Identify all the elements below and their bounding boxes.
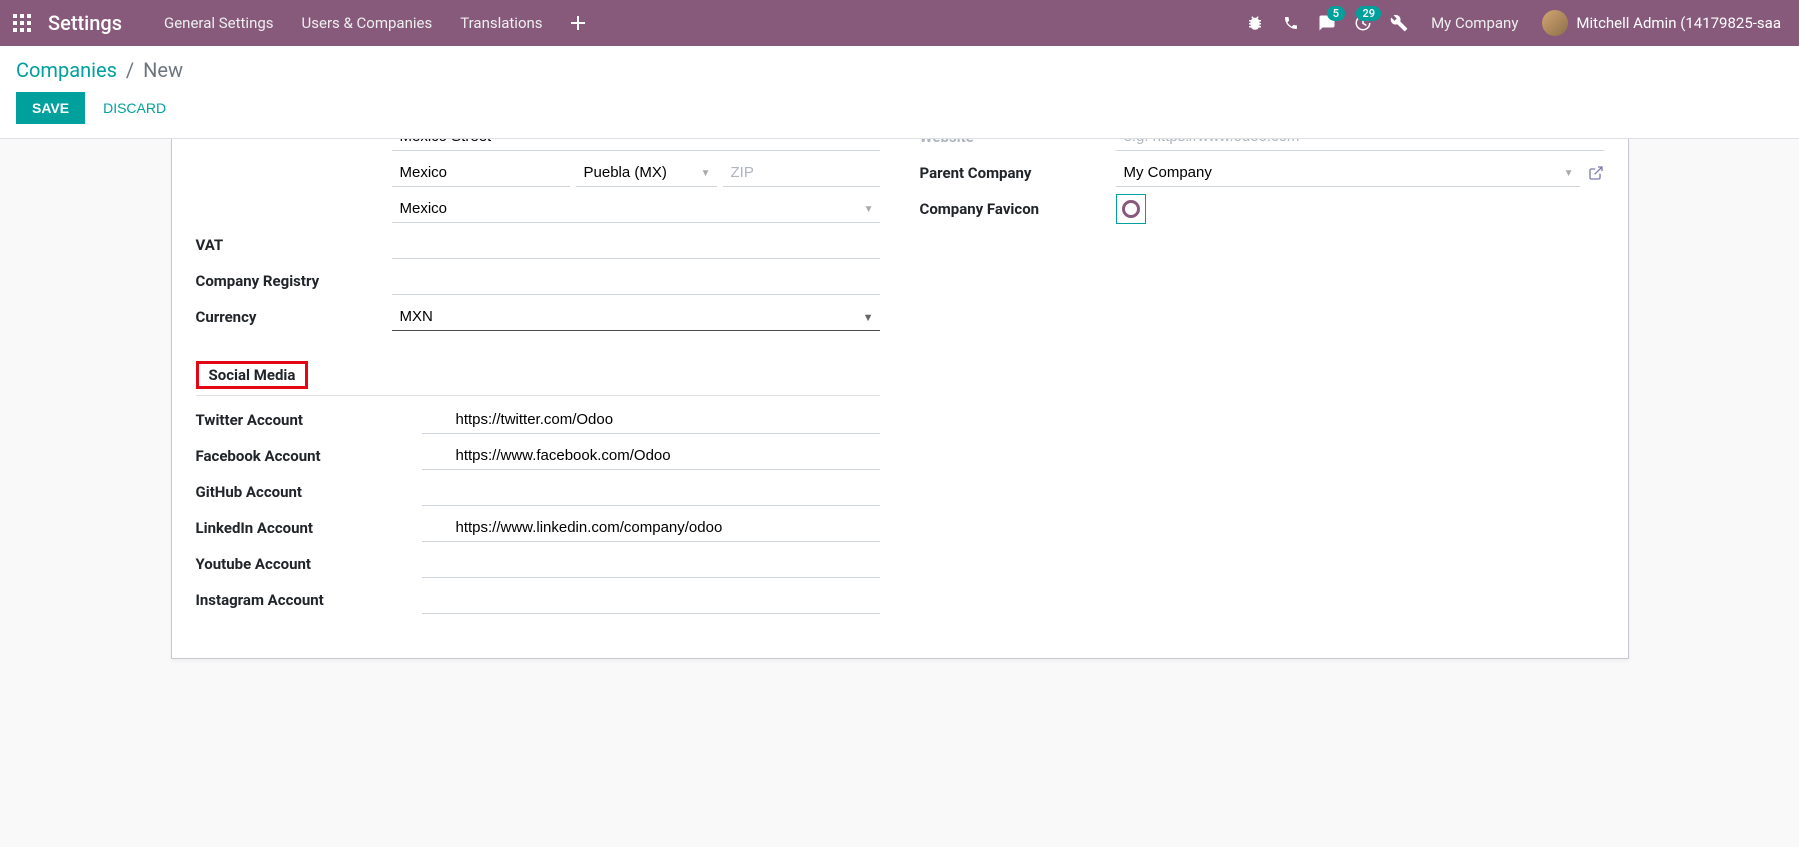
twitter-input[interactable] (422, 406, 880, 434)
parent-company-label: Parent Company (920, 164, 1116, 182)
facebook-input[interactable] (422, 442, 880, 470)
favicon-preview (1122, 200, 1140, 218)
website-input[interactable] (1116, 139, 1604, 151)
messages-icon[interactable]: 5 (1309, 0, 1345, 46)
breadcrumb-current: New (143, 58, 183, 82)
breadcrumb-sep: / (126, 58, 134, 82)
discard-button[interactable]: DISCARD (91, 92, 178, 124)
registry-label: Company Registry (196, 272, 392, 290)
activities-icon[interactable]: 29 (1345, 0, 1381, 46)
website-label: Website (920, 139, 1116, 146)
country-input[interactable] (392, 195, 880, 223)
twitter-label: Twitter Account (196, 411, 422, 429)
parent-company-input[interactable] (1116, 159, 1580, 187)
topbar: Settings General Settings Users & Compan… (0, 0, 1799, 46)
registry-input[interactable] (392, 267, 880, 295)
tools-icon[interactable] (1381, 0, 1417, 46)
github-label: GitHub Account (196, 483, 422, 501)
left-column: ▼ ▼ VAT (196, 139, 880, 618)
vat-input[interactable] (392, 231, 880, 259)
github-input[interactable] (422, 478, 880, 506)
user-menu[interactable]: Mitchell Admin (14179825-saa (1532, 10, 1791, 36)
currency-label: Currency (196, 308, 392, 326)
avatar (1542, 10, 1568, 36)
youtube-label: Youtube Account (196, 555, 422, 573)
menu-general-settings[interactable]: General Settings (150, 0, 288, 46)
zip-input[interactable] (723, 159, 880, 187)
apps-icon[interactable] (8, 9, 36, 37)
instagram-label: Instagram Account (196, 591, 422, 609)
save-button[interactable]: SAVE (16, 92, 85, 124)
social-media-header: Social Media (196, 355, 880, 396)
vat-label: VAT (196, 236, 392, 254)
menu-translations[interactable]: Translations (446, 0, 556, 46)
favicon-upload[interactable] (1116, 194, 1146, 224)
messages-badge: 5 (1327, 6, 1345, 21)
user-name: Mitchell Admin (14179825-saa (1576, 14, 1781, 32)
menu-new[interactable] (557, 0, 599, 46)
instagram-input[interactable] (422, 586, 880, 614)
menu-users-companies[interactable]: Users & Companies (288, 0, 447, 46)
breadcrumb: Companies / New (16, 58, 1783, 82)
plus-icon (571, 16, 585, 30)
state-input[interactable] (576, 159, 717, 187)
external-link-icon[interactable] (1588, 165, 1604, 181)
right-column: Website Parent Company ▼ (920, 139, 1604, 618)
linkedin-input[interactable] (422, 514, 880, 542)
favicon-label: Company Favicon (920, 200, 1116, 218)
city-input[interactable] (392, 159, 570, 187)
app-brand[interactable]: Settings (48, 11, 122, 35)
company-switcher[interactable]: My Company (1417, 0, 1532, 46)
debug-icon[interactable] (1237, 0, 1273, 46)
currency-input[interactable] (392, 303, 880, 331)
phone-icon[interactable] (1273, 0, 1309, 46)
street-input[interactable] (392, 139, 880, 151)
facebook-label: Facebook Account (196, 447, 422, 465)
control-panel: Companies / New SAVE DISCARD (0, 46, 1799, 139)
linkedin-label: LinkedIn Account (196, 519, 422, 537)
social-media-header-text: Social Media (196, 361, 309, 389)
youtube-input[interactable] (422, 550, 880, 578)
form-sheet: ▼ ▼ VAT (171, 139, 1629, 659)
activities-badge: 29 (1356, 6, 1381, 21)
breadcrumb-parent[interactable]: Companies (16, 58, 117, 82)
